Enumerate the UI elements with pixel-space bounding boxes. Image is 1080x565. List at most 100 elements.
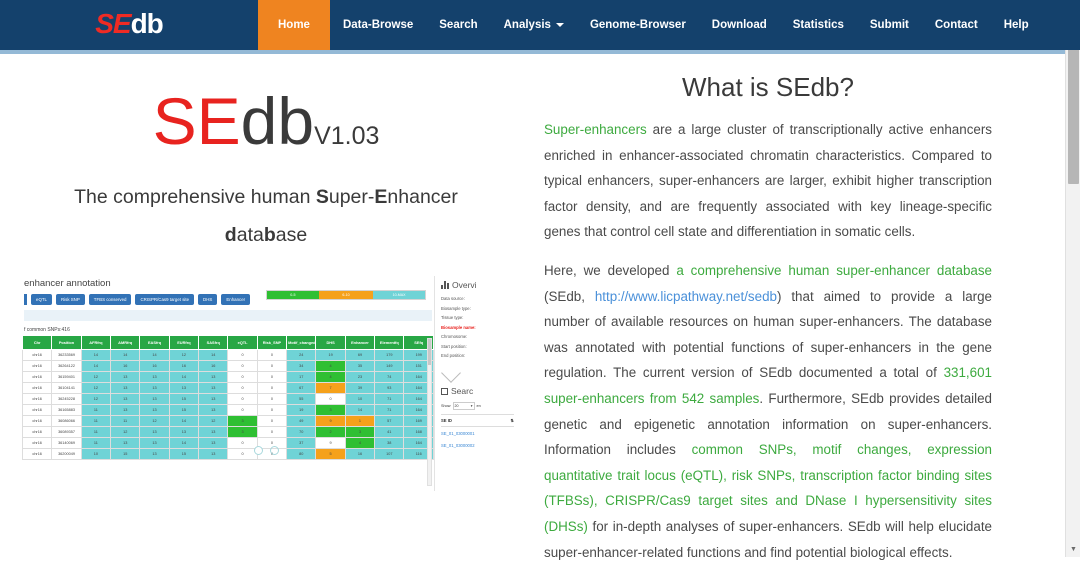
show-label: Show [441, 404, 451, 409]
nav-item-contact[interactable]: Contact [922, 0, 991, 50]
screenshot-tab-dhs[interactable]: DHS [198, 294, 218, 306]
search-title-text: Searc [451, 386, 474, 397]
carousel-indicators[interactable] [14, 446, 518, 456]
nav-item-analysis[interactable]: Analysis [491, 0, 577, 50]
tagline-bold-d: d [224, 224, 237, 247]
screenshot-inner-scrollbar[interactable] [427, 338, 432, 487]
se-id-column-header[interactable]: SE ID ⇅ [441, 414, 514, 428]
table-cell: 13 [110, 382, 141, 395]
table-cell: 0 [256, 360, 288, 373]
p1-text-1: are a large cluster of transcriptionally… [544, 122, 992, 240]
table-cell: 36264122 [51, 360, 82, 373]
table-cell: 4 [315, 360, 346, 373]
nav-item-download[interactable]: Download [699, 0, 780, 50]
nav-item-submit[interactable]: Submit [857, 0, 922, 50]
table-header-cell: Elementfq [374, 335, 405, 351]
se-id-link[interactable]: SE_01_03000001 [441, 427, 514, 439]
page-title: SEdbV1.03 [14, 88, 518, 154]
table-cell: 14 [139, 349, 170, 362]
nav-item-home[interactable]: Home [258, 0, 330, 50]
nav-item-label: Data-Browse [342, 19, 414, 31]
table-cell: 49 [286, 415, 317, 428]
tagline-bold-e: E [374, 186, 388, 208]
table-cell: 13 [198, 382, 229, 395]
nav-item-search[interactable]: Search [426, 0, 490, 50]
table-cell: 36159401 [51, 371, 82, 384]
carousel-dot-2[interactable] [269, 446, 279, 456]
sort-icon[interactable]: ⇅ [510, 418, 514, 423]
table-header-cell: Motif_changed [286, 335, 317, 351]
tagline-bold-s: S [315, 186, 329, 208]
table-cell: 12 [198, 415, 229, 428]
table-cell: 16 [198, 360, 229, 373]
nav-item-data-browse[interactable]: Data-Browse [330, 0, 426, 50]
table-cell: 1 [344, 415, 376, 428]
table-cell: 13 [139, 371, 170, 384]
table-cell: 3 [344, 426, 376, 439]
table-row: chr16 36165883 11 13 13 15 13 0 0 19 3 14 71 164 [21, 404, 434, 417]
nav-item-label: Genome-Browser [589, 19, 686, 31]
table-cell: 13 [110, 371, 141, 384]
table-cell: 12 [168, 349, 200, 362]
carousel-slide-screenshot: enhancer annotation eQTL Risk SNP TFBS con… [14, 276, 518, 492]
page-content: SEdbV1.03 The comprehensive human Super-… [0, 54, 1080, 560]
hero-version-text: V1.03 [314, 122, 380, 150]
nav-item-label: Statistics [792, 19, 844, 31]
table-cell: 0 [256, 382, 288, 395]
homepage-carousel[interactable]: enhancer annotation eQTL Risk SNP TFBS con… [14, 276, 518, 492]
nav-item-genome-browser[interactable]: Genome-Browser [577, 0, 699, 50]
table-cell: 35 [344, 360, 376, 373]
table-cell: 10 [344, 393, 376, 406]
table-cell: 36104141 [51, 382, 82, 395]
table-cell: 14 [80, 360, 112, 373]
screenshot-tab-tfbs-conserved[interactable]: TFBS conserved [88, 294, 132, 306]
table-cell: 93 [374, 382, 405, 395]
entries-per-page-row[interactable]: Show 20 ▾ en [441, 402, 514, 411]
screenshot-tab-risk-snp[interactable]: Risk SNP [55, 294, 85, 306]
table-cell: 9 [315, 415, 346, 428]
entries-value: 20 [454, 404, 459, 409]
screenshot-tab-crispr-cas9-target-site[interactable]: CRISPR/Cas9 target site [135, 294, 195, 306]
table-header-cell: EURfrq [168, 335, 200, 351]
table-cell: 3 [227, 415, 258, 428]
screenshot-tab-eqtl[interactable]: eQTL [31, 294, 52, 306]
logo-db-text: db [130, 7, 164, 39]
table-cell: 13 [168, 382, 200, 395]
nav-item-list: Home Data-Browse Search Analysis Genome-Brow… [258, 0, 1042, 50]
nav-item-statistics[interactable]: Statistics [780, 0, 857, 50]
table-cell: chr16 [21, 426, 53, 439]
p2-text-2: (SEdb, [544, 288, 595, 304]
screenshot-tab-enhancer[interactable]: Enhancer [221, 294, 251, 306]
navbar-underline [0, 50, 1080, 54]
table-cell: chr16 [21, 360, 53, 373]
left-column: SEdbV1.03 The comprehensive human Super-… [0, 62, 536, 557]
logo-se-text: SE [95, 7, 131, 39]
table-cell: 149 [374, 360, 405, 373]
table-cell: 17 [286, 371, 317, 384]
table-row: chr16 36159401 12 13 13 14 13 0 0 17 4 23 74 164 [21, 371, 434, 384]
table-cell: 71 [374, 393, 405, 406]
about-heading: What is SEdb? [682, 72, 854, 102]
browser-scrollbar[interactable]: ▲ ▼ [1065, 0, 1080, 557]
table-cell: 36245228 [51, 393, 82, 406]
table-cell: 13 [139, 382, 170, 395]
table-cell: 0 [256, 371, 288, 384]
table-cell: 13 [139, 393, 170, 406]
nav-item-label: Submit [869, 19, 909, 31]
nav-item-help[interactable]: Help [991, 0, 1042, 50]
table-cell: 14 [198, 349, 229, 362]
entries-select[interactable]: 20 ▾ [452, 402, 475, 411]
carousel-dot-1[interactable] [253, 446, 263, 456]
p2-text-5: for in-depth analyses of super-enhancers… [544, 518, 992, 560]
overview-field-5: Start position: [441, 343, 467, 349]
scrollbar-thumb[interactable] [428, 339, 431, 366]
sedb-url-link[interactable]: http://www.licpathway.net/sedb [595, 289, 777, 304]
overview-title-text: Overvi [452, 280, 477, 291]
table-cell: 36233569 [51, 349, 82, 362]
table-header-cell: DHS [315, 335, 346, 351]
table-cell: 0 [227, 404, 258, 417]
table-cell: chr16 [21, 382, 53, 395]
site-logo[interactable]: SE db [0, 0, 258, 50]
scroll-down-arrow-icon[interactable]: ▼ [1066, 542, 1080, 557]
main-navigation-bar: SE db Home Data-Browse Search Analysis Genome… [0, 0, 1080, 50]
